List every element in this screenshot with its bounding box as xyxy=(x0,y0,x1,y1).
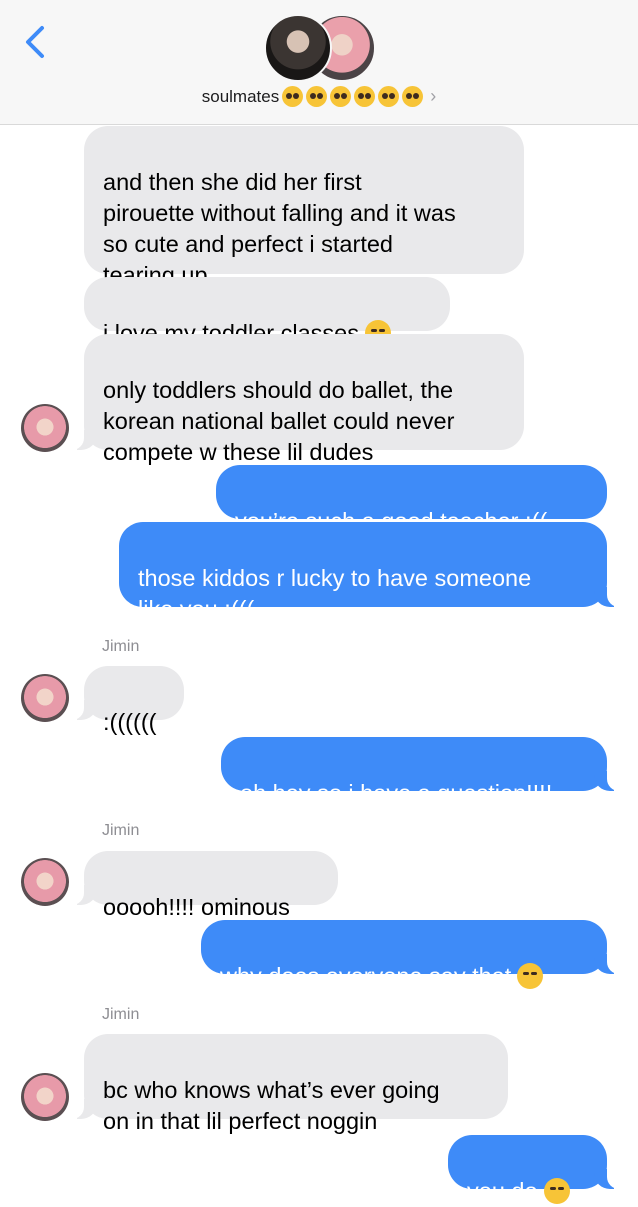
message-bubble-incoming[interactable]: bc who knows what’s ever going on in tha… xyxy=(58,1034,508,1134)
pleading-face-icon xyxy=(330,86,352,107)
conversation-name: soulmates xyxy=(201,87,280,106)
pleading-face-icon xyxy=(378,86,400,107)
group-avatars[interactable] xyxy=(264,14,376,82)
message-bubble-outgoing[interactable]: oh hey so i have a question!!!! xyxy=(221,737,633,806)
message-text: you do xyxy=(467,1178,538,1204)
relieved-face-icon xyxy=(543,1178,570,1204)
back-button[interactable] xyxy=(22,24,52,60)
message-bubble-outgoing[interactable]: why does everyone say that xyxy=(201,920,633,989)
message-bubble-incoming[interactable]: only toddlers should do ballet, the kore… xyxy=(58,334,524,465)
pleading-face-icon xyxy=(282,86,304,107)
conversation-title[interactable]: soulmates › xyxy=(0,86,638,107)
avatar[interactable] xyxy=(21,858,69,906)
message-bubble-outgoing[interactable]: those kiddos r lucky to have someone lik… xyxy=(119,522,633,622)
message-text: why does everyone say that xyxy=(220,963,512,989)
chevron-right-icon: › xyxy=(430,86,437,106)
avatar[interactable] xyxy=(21,1073,69,1121)
pleading-face-icon xyxy=(306,86,328,107)
message-bubble-incoming[interactable]: i love my toddler classes xyxy=(84,277,450,346)
message-bubble-incoming[interactable]: :(((((( xyxy=(58,666,184,735)
avatar[interactable] xyxy=(21,674,69,722)
message-text: only toddlers should do ballet, the kore… xyxy=(103,377,455,465)
message-text: those kiddos r lucky to have someone lik… xyxy=(138,565,532,622)
message-text: bc who knows what’s ever going on in tha… xyxy=(103,1077,440,1134)
message-text: and then she did her first pirouette wit… xyxy=(103,169,456,288)
conversation-header: soulmates › xyxy=(0,0,638,125)
message-bubble-outgoing[interactable]: you’re such a good teacher :(( xyxy=(216,465,607,534)
sender-name: Jimin xyxy=(102,638,140,655)
message-bubble-incoming[interactable]: ooooh!!!! ominous xyxy=(58,851,338,920)
message-bubble-incoming[interactable]: and then she did her first pirouette wit… xyxy=(84,126,524,288)
avatar[interactable] xyxy=(21,404,69,452)
message-text: oh hey so i have a question!!!! xyxy=(240,780,553,806)
message-text: :(((((( xyxy=(103,709,157,735)
sender-name: Jimin xyxy=(102,1006,140,1023)
message-text: ooooh!!!! ominous xyxy=(103,894,290,920)
disappointed-face-icon xyxy=(517,963,544,989)
pleading-face-icon xyxy=(354,86,376,107)
message-bubble-outgoing[interactable]: you do xyxy=(448,1135,633,1204)
avatar xyxy=(264,14,332,82)
sender-name: Jimin xyxy=(102,822,140,839)
chevron-left-icon xyxy=(26,26,44,58)
pleading-face-icon xyxy=(402,86,424,107)
